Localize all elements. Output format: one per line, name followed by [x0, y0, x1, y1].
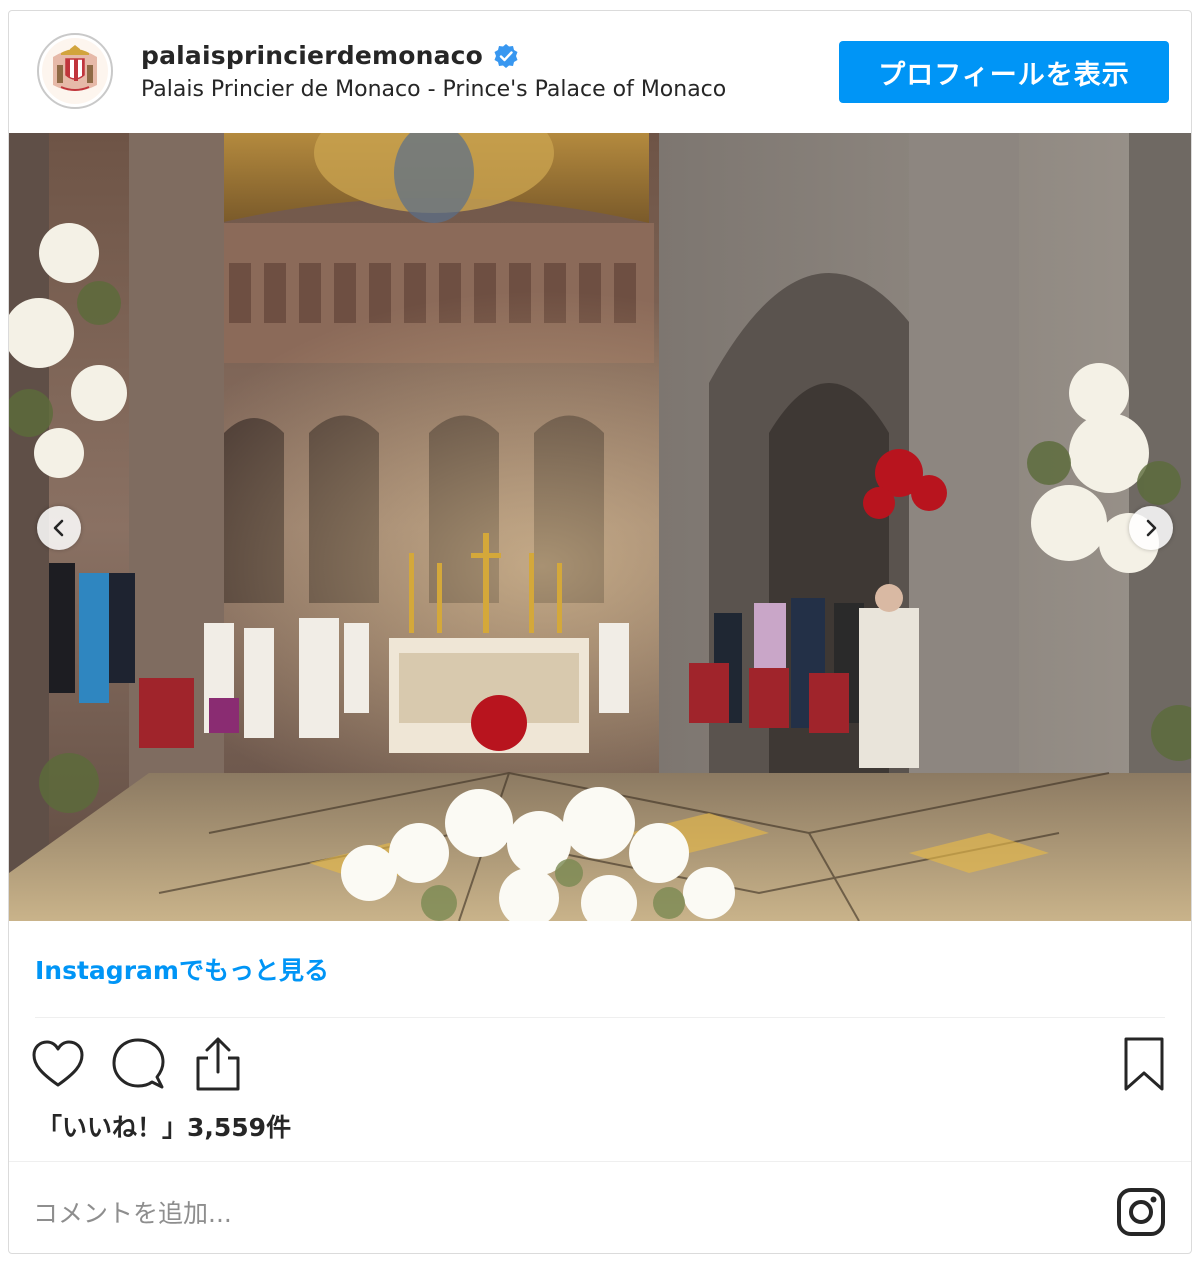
view-profile-button[interactable]: プロフィールを表示 [839, 41, 1169, 103]
full-name: Palais Princier de Monaco - Prince's Pal… [141, 77, 727, 102]
verified-badge-icon [494, 43, 518, 68]
username-row: palaisprincierdemonaco [141, 41, 519, 70]
chevron-left-icon [53, 519, 64, 537]
bookmark-icon [1124, 1037, 1164, 1091]
divider [9, 1161, 1191, 1162]
previous-photo-button[interactable] [37, 506, 81, 550]
likes-count: 「いいね！」3,559件 [37, 1113, 292, 1142]
comment-button[interactable] [109, 1035, 167, 1093]
chevron-right-icon [1146, 519, 1157, 537]
share-button[interactable] [189, 1035, 247, 1093]
save-button[interactable] [1115, 1035, 1173, 1093]
comment-input[interactable] [31, 1187, 935, 1239]
profile-avatar[interactable] [37, 33, 113, 109]
post-header: palaisprincierdemonaco Palais Princier d… [9, 11, 1191, 133]
next-photo-button[interactable] [1129, 506, 1173, 550]
post-photo[interactable] [9, 133, 1191, 921]
instagram-embed-card: palaisprincierdemonaco Palais Princier d… [8, 10, 1192, 1254]
share-icon [196, 1037, 240, 1091]
heart-icon [32, 1040, 84, 1087]
instagram-icon[interactable] [1115, 1186, 1167, 1238]
comment-bubble-icon [112, 1038, 165, 1089]
cathedral-photo [9, 133, 1191, 921]
coat-of-arms-avatar-icon [42, 38, 108, 104]
username[interactable]: palaisprincierdemonaco [141, 41, 483, 70]
action-bar [29, 1035, 247, 1093]
divider [35, 1017, 1165, 1018]
like-button[interactable] [29, 1035, 87, 1093]
view-more-on-instagram-link[interactable]: Instagramでもっと見る [35, 951, 329, 987]
